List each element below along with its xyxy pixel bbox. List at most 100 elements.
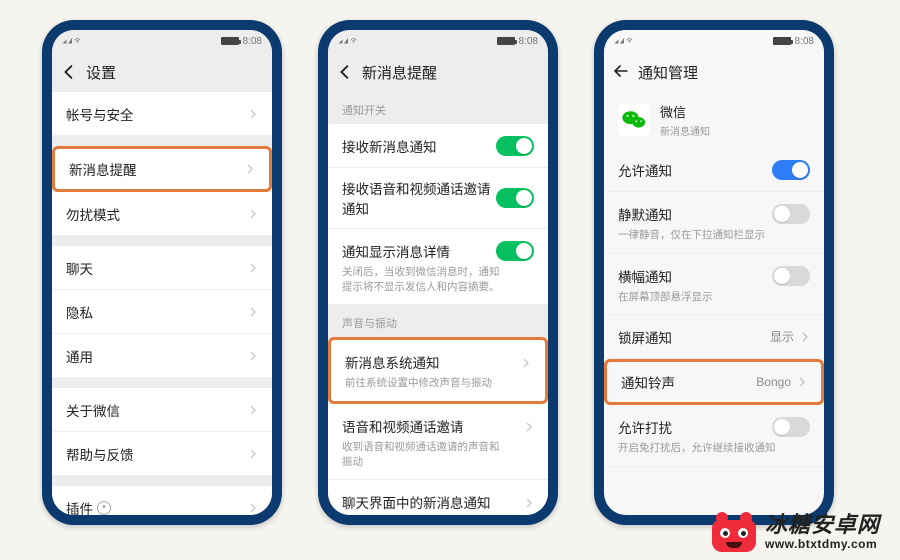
watermark-mascot-icon — [709, 512, 759, 552]
row-label: 勿扰模式 — [66, 204, 248, 224]
chevron-right-icon — [248, 209, 258, 219]
row-label: 接收语音和视频通话邀请通知 — [342, 178, 496, 218]
screen-notification-manage: 8:08 通知管理 — [604, 30, 824, 515]
chevron-right-icon — [248, 263, 258, 273]
row-sublabel: 一律静音，仅在下拉通知栏显示 — [618, 228, 795, 243]
back-arrow-icon[interactable] — [614, 65, 628, 79]
watermark-url: www.btxtdmy.com — [765, 538, 880, 551]
row-dnd-mode[interactable]: 勿扰模式 — [52, 192, 272, 236]
row-label: 关于微信 — [66, 400, 248, 420]
row-allow-notification[interactable]: 允许通知 — [604, 148, 824, 192]
signal-icon — [338, 35, 364, 48]
row-sublabel: 在屏幕顶部悬浮显示 — [618, 290, 743, 305]
row-privacy[interactable]: 隐私 — [52, 290, 272, 334]
chevron-right-icon — [524, 498, 534, 508]
section-notification-switch: 通知开关 — [328, 92, 548, 124]
toggle-allow-disturb[interactable] — [772, 417, 810, 437]
status-time: 8:08 — [519, 36, 538, 47]
row-label: 语音和视频通话邀请 — [342, 416, 534, 436]
toggle-silent[interactable] — [772, 204, 810, 224]
row-help[interactable]: 帮助与反馈 — [52, 432, 272, 476]
chevron-right-icon — [521, 358, 531, 368]
battery-icon — [221, 37, 239, 45]
row-plugins[interactable]: 插件 • — [52, 486, 272, 515]
row-banner[interactable]: 横幅通知 在屏幕顶部悬浮显示 — [604, 254, 824, 316]
back-icon[interactable] — [338, 65, 352, 79]
row-chat[interactable]: 聊天 — [52, 246, 272, 290]
chevron-right-icon — [800, 332, 810, 342]
row-sublabel: 收到语音和视频通话邀请的声音和振动 — [342, 440, 534, 469]
status-bar: 8:08 — [328, 30, 548, 52]
row-general[interactable]: 通用 — [52, 334, 272, 378]
chevron-right-icon — [797, 377, 807, 387]
row-label: 聊天界面中的新消息通知 — [342, 492, 534, 512]
row-label: 通用 — [66, 346, 248, 366]
row-label: 聊天 — [66, 258, 248, 278]
row-about[interactable]: 关于微信 — [52, 388, 272, 432]
row-show-detail[interactable]: 通知显示消息详情 关闭后，当收到微信消息时，通知提示将不显示发信人和内容摘要。 — [328, 229, 548, 305]
battery-icon — [497, 37, 515, 45]
app-name: 微信 — [660, 102, 710, 121]
app-info-row: 微信 新消息通知 — [604, 92, 824, 148]
newmsg-list: 通知开关 接收新消息通知 接收语音和视频通话邀请通知 通知显示消息详情 关闭后，… — [328, 92, 548, 515]
row-label: 允许打扰 — [618, 417, 772, 437]
row-system-notification[interactable]: 新消息系统通知 前往系统设置中修改声音与振动 — [328, 337, 548, 404]
status-bar: 8:08 — [604, 30, 824, 52]
toggle-allow[interactable] — [772, 160, 810, 180]
toggle-banner[interactable] — [772, 266, 810, 286]
row-allow-disturb[interactable]: 允许打扰 开启免打扰后，允许继续接收通知 — [604, 405, 824, 467]
watermark-title: 冰糖安卓网 — [765, 513, 880, 537]
toggle-detail[interactable] — [496, 241, 534, 261]
row-receive-new-msg[interactable]: 接收新消息通知 — [328, 124, 548, 168]
row-silent[interactable]: 静默通知 一律静音，仅在下拉通知栏显示 — [604, 192, 824, 254]
row-account-security[interactable]: 帐号与安全 — [52, 92, 272, 136]
row-label: 帮助与反馈 — [66, 444, 248, 464]
row-label: 隐私 — [66, 302, 248, 322]
signal-icon — [614, 35, 640, 48]
row-sublabel: 前往系统设置中修改声音与振动 — [345, 376, 522, 391]
chevron-right-icon — [524, 422, 534, 432]
page-title: 设置 — [86, 62, 116, 83]
chevron-right-icon — [248, 109, 258, 119]
chevron-right-icon — [248, 503, 258, 513]
wechat-app-icon — [618, 104, 650, 136]
row-ringtone[interactable]: 通知铃声 Bongo — [604, 359, 824, 405]
nav-bar: 通知管理 — [604, 52, 824, 92]
row-label: 通知显示消息详情 — [342, 241, 496, 261]
manage-list: 微信 新消息通知 允许通知 静默通知 一律静音，仅在下拉通知栏显示 — [604, 92, 824, 515]
page-title: 通知管理 — [638, 62, 698, 83]
row-voip-invite[interactable]: 语音和视频通话邀请 收到语音和视频通话邀请的声音和振动 — [328, 404, 548, 480]
watermark: 冰糖安卓网 www.btxtdmy.com — [709, 512, 880, 552]
phone-new-message: 8:08 新消息提醒 通知开关 接收新消息通知 接收语音和视频通话邀请通知 — [318, 20, 558, 525]
row-lockscreen[interactable]: 锁屏通知 显示 — [604, 315, 824, 359]
section-sound-vibration: 声音与振动 — [328, 305, 548, 337]
chevron-right-icon — [248, 449, 258, 459]
row-new-message-alert[interactable]: 新消息提醒 — [52, 146, 272, 192]
toggle-receive[interactable] — [496, 136, 534, 156]
page-title: 新消息提醒 — [362, 62, 437, 83]
screen-settings: 8:08 设置 帐号与安全 新消息提醒 — [52, 30, 272, 515]
chevron-right-icon — [248, 351, 258, 361]
toggle-voip[interactable] — [496, 188, 534, 208]
row-label: 新消息系统通知 — [345, 352, 531, 372]
row-chatlist-notify[interactable]: 聊天界面中的新消息通知 位于聊天界面和聊天列表中收到新消息的声音和振动 — [328, 480, 548, 515]
phone-settings: 8:08 设置 帐号与安全 新消息提醒 — [42, 20, 282, 525]
info-icon: • — [97, 501, 111, 515]
row-label: 横幅通知 — [618, 266, 772, 286]
nav-bar: 新消息提醒 — [328, 52, 548, 92]
back-icon[interactable] — [62, 65, 76, 79]
signal-icon — [62, 35, 88, 48]
row-label: 新消息提醒 — [69, 159, 245, 179]
app-sublabel: 新消息通知 — [660, 123, 710, 138]
row-label: 接收新消息通知 — [342, 136, 496, 156]
row-receive-voip[interactable]: 接收语音和视频通话邀请通知 — [328, 168, 548, 229]
status-time: 8:08 — [795, 36, 814, 47]
row-sublabel: 关闭后，当收到微信消息时，通知提示将不显示发信人和内容摘要。 — [342, 265, 534, 294]
phone-notification-manage: 8:08 通知管理 — [594, 20, 834, 525]
row-label: 通知铃声 — [621, 372, 756, 392]
chevron-right-icon — [248, 307, 258, 317]
settings-list: 帐号与安全 新消息提醒 勿扰模式 聊天 隐私 — [52, 92, 272, 515]
row-label: 锁屏通知 — [618, 327, 770, 347]
row-label: 静默通知 — [618, 204, 772, 224]
nav-bar: 设置 — [52, 52, 272, 92]
